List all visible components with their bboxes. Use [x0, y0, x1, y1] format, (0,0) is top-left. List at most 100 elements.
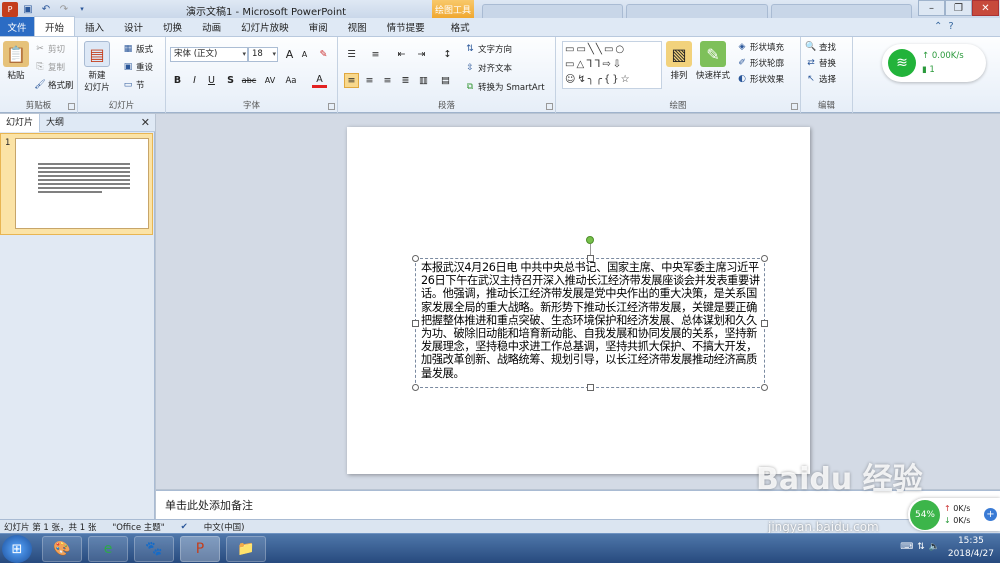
tab-home[interactable]: 开始: [34, 16, 76, 36]
tab-animations[interactable]: 动画: [192, 17, 231, 36]
undo-icon[interactable]: ↶: [38, 2, 54, 17]
bg-tab[interactable]: [626, 4, 768, 18]
powerpoint-app-icon[interactable]: P: [2, 1, 18, 17]
strikethrough-button[interactable]: abc: [240, 73, 258, 88]
align-text-button[interactable]: ⇳ 对齐文本: [464, 62, 512, 74]
resize-handle[interactable]: [412, 384, 419, 391]
justify-icon[interactable]: ≣: [398, 73, 413, 88]
shape-fill-button[interactable]: ◈ 形状填充: [736, 41, 784, 53]
resize-handle[interactable]: [412, 255, 419, 262]
network-speed-widget[interactable]: ≋ ↑ 0.00K/s ▮ 1: [882, 44, 986, 82]
baidu-icon[interactable]: 🐾: [134, 536, 174, 562]
help-icon[interactable]: ?: [948, 21, 953, 32]
find-button[interactable]: 🔍 查找: [805, 41, 836, 53]
tab-slideshow[interactable]: 幻灯片放映: [231, 17, 299, 36]
resize-handle[interactable]: [761, 320, 768, 327]
shadow-button[interactable]: S: [223, 73, 238, 88]
dialog-launcher[interactable]: [791, 103, 798, 110]
tab-transitions[interactable]: 切换: [153, 17, 192, 36]
shape-effects-button[interactable]: ◐ 形状效果: [736, 73, 784, 85]
customize-qat-icon[interactable]: ▾: [74, 2, 90, 17]
decrease-indent-icon[interactable]: ⇤: [394, 47, 409, 62]
arrange-button[interactable]: ▧ 排列: [666, 41, 692, 81]
replace-button[interactable]: ⇄ 替换: [805, 57, 836, 69]
browser-icon[interactable]: e: [88, 536, 128, 562]
close-button[interactable]: ✕: [972, 0, 999, 16]
text-box[interactable]: 本报武汉4月26日电 中共中央总书记、国家主席、中央军委主席习近平26日下午在武…: [412, 255, 768, 391]
keyboard-icon[interactable]: ⌨: [900, 542, 913, 552]
speed-widget[interactable]: 54% ↑ 0K/s ↓ 0K/s +: [908, 498, 1000, 531]
tab-slides[interactable]: 幻灯片: [0, 113, 41, 132]
font-color-button[interactable]: A: [312, 73, 327, 88]
slide-body-text[interactable]: 本报武汉4月26日电 中共中央总书记、国家主席、中央军委主席习近平26日下午在武…: [421, 261, 761, 380]
resize-handle[interactable]: [587, 255, 594, 262]
clear-format-icon[interactable]: ✎: [316, 47, 331, 62]
text-direction-button[interactable]: ⇅ 文字方向: [464, 43, 512, 55]
font-name-combo[interactable]: 宋体 (正文) ▾: [170, 47, 248, 62]
resize-handle[interactable]: [412, 320, 419, 327]
section-button[interactable]: ▭ 节: [122, 79, 145, 91]
italic-button[interactable]: I: [187, 73, 202, 88]
collapse-ribbon-icon[interactable]: ⌃: [934, 21, 942, 32]
dialog-launcher[interactable]: [546, 103, 553, 110]
bg-tab[interactable]: [482, 4, 624, 18]
align-right-icon[interactable]: ≡: [380, 73, 395, 88]
quick-styles-button[interactable]: ✎ 快速样式: [696, 41, 730, 81]
tab-insert[interactable]: 插入: [75, 17, 114, 36]
align-left-icon[interactable]: ≡: [344, 73, 359, 88]
minimize-button[interactable]: –: [918, 0, 945, 16]
new-slide-button[interactable]: ▤ 新建 幻灯片: [84, 41, 110, 93]
increase-indent-icon[interactable]: ⇥: [414, 47, 429, 62]
reset-button[interactable]: ▣ 重设: [122, 61, 153, 73]
smartart-button[interactable]: ⧉ 转换为 SmartArt: [464, 81, 545, 93]
spellcheck-icon[interactable]: ✔: [181, 522, 188, 532]
rotation-handle[interactable]: [586, 236, 594, 244]
save-icon[interactable]: ▣: [20, 2, 36, 17]
shrink-font-button[interactable]: A: [297, 47, 312, 62]
start-button[interactable]: ⊞: [2, 535, 32, 563]
format-painter-button[interactable]: 🖌 格式刷: [34, 79, 73, 91]
restore-button[interactable]: ❐: [945, 0, 972, 16]
language-indicator[interactable]: 中文(中国): [204, 521, 245, 533]
grow-font-button[interactable]: A: [282, 47, 297, 62]
dialog-launcher[interactable]: [68, 103, 75, 110]
bold-button[interactable]: B: [170, 73, 185, 88]
slide-thumbnail-item[interactable]: 1: [0, 133, 153, 235]
resize-handle[interactable]: [587, 384, 594, 391]
shape-outline-button[interactable]: ✐ 形状轮廓: [736, 57, 784, 69]
tab-file[interactable]: 文件: [0, 17, 34, 36]
select-button[interactable]: ↖ 选择: [805, 73, 836, 85]
taskbar-app-icon[interactable]: 🎨: [42, 536, 82, 562]
tab-review[interactable]: 审阅: [299, 17, 338, 36]
distributed-icon[interactable]: ▥: [416, 73, 431, 88]
bg-tab[interactable]: [770, 4, 912, 18]
resize-handle[interactable]: [761, 384, 768, 391]
powerpoint-taskbar-icon[interactable]: P: [180, 536, 220, 562]
tab-design[interactable]: 设计: [114, 17, 153, 36]
underline-button[interactable]: U: [204, 73, 219, 88]
change-case-button[interactable]: Aa: [282, 73, 300, 88]
dialog-launcher[interactable]: [328, 103, 335, 110]
clock[interactable]: 15:35 2018/4/27: [948, 535, 994, 561]
line-spacing-icon[interactable]: ↕: [440, 47, 455, 62]
font-size-combo[interactable]: 18 ▾: [248, 47, 278, 62]
paste-button[interactable]: 📋 粘贴: [3, 41, 29, 81]
bullets-icon[interactable]: ☰: [344, 47, 359, 62]
numbering-icon[interactable]: ≡: [368, 47, 383, 62]
volume-icon[interactable]: 🔈: [929, 542, 940, 552]
resize-handle[interactable]: [761, 255, 768, 262]
shapes-gallery[interactable]: ▭▭╲╲▭○ ▭△ᒣᒣ⇨⇩ ☺↯╮╭{}☆: [562, 41, 662, 89]
copy-button[interactable]: ⎘ 复制: [34, 61, 65, 73]
redo-icon[interactable]: ↷: [56, 2, 72, 17]
add-icon[interactable]: +: [984, 508, 997, 521]
char-spacing-button[interactable]: AV: [261, 73, 279, 88]
tab-outline[interactable]: 大纲: [40, 114, 70, 132]
tab-storyboard[interactable]: 情节提要: [377, 17, 435, 36]
tab-format[interactable]: 格式: [441, 17, 480, 36]
tab-view[interactable]: 视图: [338, 17, 377, 36]
folder-icon[interactable]: 📁: [226, 536, 266, 562]
columns-icon[interactable]: ▤: [438, 73, 453, 88]
align-center-icon[interactable]: ≡: [362, 73, 377, 88]
cut-button[interactable]: ✂ 剪切: [34, 43, 65, 55]
close-icon[interactable]: ✕: [141, 116, 150, 129]
